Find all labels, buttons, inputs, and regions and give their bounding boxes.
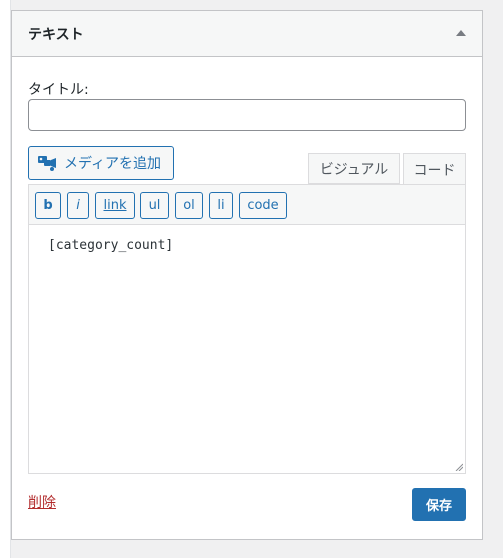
add-media-icon <box>38 156 56 171</box>
tab-code[interactable]: コード <box>403 153 466 185</box>
quicktags-toolbar: b i link ul ol li code <box>28 184 466 225</box>
triangle-up-icon[interactable] <box>456 30 466 36</box>
resize-handle-icon[interactable] <box>455 463 463 471</box>
left-panel-edge <box>0 0 11 558</box>
quicktag-ul-button[interactable]: ul <box>140 192 169 219</box>
quicktag-code-button[interactable]: code <box>239 192 287 219</box>
tab-visual[interactable]: ビジュアル <box>308 153 400 184</box>
title-label: タイトル: <box>28 82 89 98</box>
widget-title: テキスト <box>28 27 84 43</box>
quicktag-ol-button[interactable]: ol <box>175 192 203 219</box>
quicktag-italic-button[interactable]: i <box>67 192 89 219</box>
code-editor-textarea[interactable]: [category_count] <box>28 224 466 474</box>
text-widget: テキスト タイトル: メディアを追加 ビジュアル コード b i link ul… <box>11 10 483 540</box>
editor-content: [category_count] <box>48 238 174 253</box>
quicktag-link-button[interactable]: link <box>95 192 135 219</box>
delete-link[interactable]: 削除 <box>28 492 56 512</box>
quicktag-li-button[interactable]: li <box>209 192 233 219</box>
widget-header[interactable]: テキスト <box>12 11 482 57</box>
add-media-label: メディアを追加 <box>64 156 162 172</box>
add-media-button[interactable]: メディアを追加 <box>28 146 174 180</box>
save-button[interactable]: 保存 <box>412 488 466 521</box>
title-input[interactable] <box>28 99 466 131</box>
quicktag-bold-button[interactable]: b <box>35 192 61 219</box>
